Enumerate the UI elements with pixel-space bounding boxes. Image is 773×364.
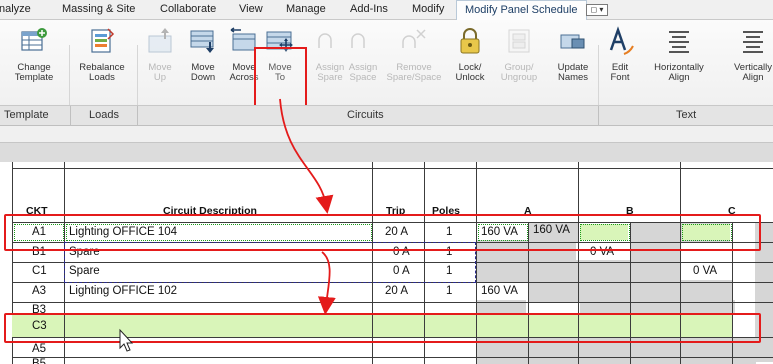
edit-font-button[interactable]: Edit Font bbox=[596, 24, 644, 114]
tool-label: Loads bbox=[89, 72, 115, 83]
tool-label: Template bbox=[14, 72, 54, 83]
change-template-icon bbox=[21, 28, 47, 51]
panel-label-circuits: Circuits bbox=[347, 109, 384, 121]
lock-unlock-button[interactable]: Lock/ Unlock bbox=[446, 24, 494, 114]
change-template-button[interactable]: Change Template bbox=[10, 24, 58, 114]
assign-space-icon bbox=[351, 33, 365, 48]
schedule-header-band bbox=[0, 142, 773, 162]
tab-manage[interactable]: Manage bbox=[286, 3, 326, 15]
load-c-cell[interactable]: 0 VA bbox=[693, 265, 717, 277]
align-vertical-icon bbox=[743, 31, 763, 53]
tool-label: Space bbox=[349, 72, 377, 83]
assign-space-button[interactable]: Assign Space bbox=[339, 24, 387, 114]
tool-label: Align bbox=[742, 72, 764, 83]
tab-analyze[interactable]: nalyze bbox=[0, 3, 31, 15]
tab-modify-panel-schedule[interactable]: Modify Panel Schedule bbox=[456, 0, 587, 20]
ckt-cell[interactable]: C1 bbox=[32, 265, 47, 277]
edit-font-icon bbox=[609, 26, 634, 55]
lock-icon bbox=[460, 28, 480, 54]
tab-view[interactable]: View bbox=[239, 3, 263, 15]
horizontally-align-button[interactable]: Horizontally Align bbox=[648, 24, 710, 114]
panel-label-text: Text bbox=[676, 109, 697, 121]
ckt-cell[interactable]: A3 bbox=[32, 285, 46, 297]
tool-label: Ungroup bbox=[500, 72, 538, 83]
tool-label: Unlock bbox=[455, 72, 485, 83]
tab-massing-site[interactable]: Massing & Site bbox=[62, 3, 135, 15]
tool-label: Spare/Space bbox=[386, 72, 442, 83]
ckt-cell[interactable]: A5 bbox=[32, 343, 46, 353]
align-horizontal-icon bbox=[669, 31, 689, 53]
trip-cell[interactable]: 20 A bbox=[385, 285, 408, 297]
update-names-button[interactable]: Update Names bbox=[549, 24, 597, 114]
group-icon bbox=[508, 29, 530, 53]
remove-spare-space-icon bbox=[402, 29, 426, 48]
rebalance-loads-button[interactable]: Rebalance Loads bbox=[78, 24, 126, 114]
move-down-icon bbox=[190, 30, 214, 53]
target-row-highlight bbox=[4, 313, 761, 343]
source-row-highlight bbox=[4, 214, 761, 251]
minimize-ribbon-button[interactable]: ◻ ▾ bbox=[586, 4, 608, 16]
ribbon-panel-labels: Template Loads Circuits Text bbox=[0, 105, 773, 126]
tab-add-ins[interactable]: Add-Ins bbox=[350, 3, 388, 15]
tab-collaborate[interactable]: Collaborate bbox=[160, 3, 216, 15]
group-ungroup-button[interactable]: Group/ Ungroup bbox=[495, 24, 543, 114]
update-names-icon bbox=[560, 34, 585, 49]
tool-label: Up bbox=[153, 72, 167, 83]
revit-window: nalyze Massing & Site Collaborate View M… bbox=[0, 0, 773, 364]
vertically-align-button[interactable]: Vertically Align bbox=[725, 24, 773, 114]
tool-label: Align bbox=[668, 72, 690, 83]
remove-spare-space-button[interactable]: Remove Spare/Space bbox=[384, 24, 444, 114]
rebalance-loads-icon bbox=[91, 28, 115, 53]
panel-schedule: CKT Circuit Description Trip Poles A B C… bbox=[0, 162, 773, 364]
ckt-cell[interactable]: B5 bbox=[32, 358, 46, 364]
load-a-cell[interactable]: 160 VA bbox=[481, 285, 518, 297]
tool-label: Font bbox=[610, 72, 630, 83]
tool-label: Names bbox=[557, 72, 589, 83]
move-up-button[interactable]: Move Up bbox=[136, 24, 184, 114]
panel-label-template: Template bbox=[4, 109, 49, 121]
description-cell[interactable]: Lighting OFFICE 102 bbox=[69, 285, 177, 297]
tab-modify[interactable]: Modify bbox=[412, 3, 444, 15]
ribbon-tab-bar: nalyze Massing & Site Collaborate View M… bbox=[0, 0, 773, 20]
panel-label-loads: Loads bbox=[89, 109, 119, 121]
move-up-icon bbox=[148, 28, 172, 53]
poles-cell[interactable]: 1 bbox=[446, 285, 452, 297]
